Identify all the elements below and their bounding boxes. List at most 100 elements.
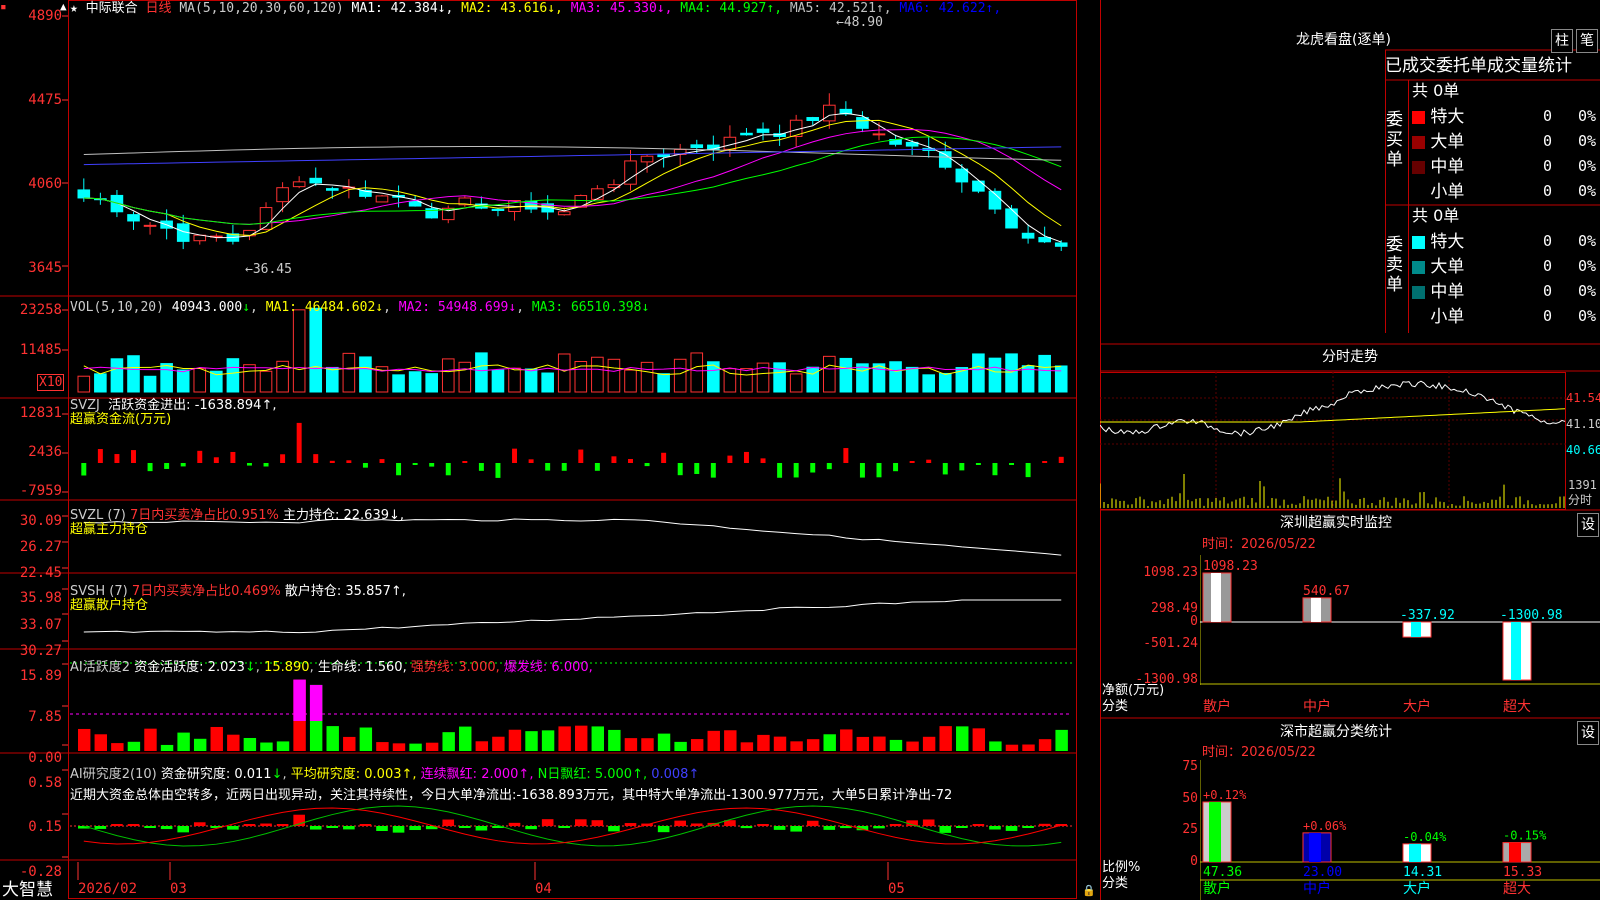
star-icon[interactable]: ★ xyxy=(70,1,78,16)
ma-values: MA1: 42.384↓, MA2: 43.616↓, MA3: 45.330↓… xyxy=(352,1,1002,16)
volume-bar xyxy=(541,372,554,393)
activity-bar xyxy=(558,726,571,751)
research-bar xyxy=(608,826,620,832)
legend-swatch xyxy=(1412,160,1425,174)
sz-monitor-settings-button[interactable]: 设 xyxy=(1577,513,1599,537)
activity-bar xyxy=(376,742,389,751)
volume-bar xyxy=(524,368,538,393)
volume-bar xyxy=(889,361,902,393)
research-bar xyxy=(309,826,322,830)
sz-classify-chart[interactable]: +0.12% 47.36 +0.06% 23.00 -0.04% 14.31 -0.15% 1… xyxy=(1200,760,1600,900)
ai-active-ytick: 15.89 xyxy=(19,668,62,684)
sz-monitor-value-label: -337.92 xyxy=(1400,608,1455,623)
activity-bar xyxy=(111,743,124,751)
fund-flow-bar xyxy=(677,463,683,476)
fund-flow-bar xyxy=(727,455,733,463)
research-bar xyxy=(525,826,537,830)
price-ytick: 4890 xyxy=(28,8,62,24)
research-bar xyxy=(359,824,372,826)
activity-bar xyxy=(806,739,820,751)
longhu-row: 大单 xyxy=(1412,132,1464,152)
bar-mode-button[interactable]: 柱 xyxy=(1551,29,1573,53)
fund-flow-bar xyxy=(296,422,302,463)
legend-swatch xyxy=(1412,235,1425,249)
activity-bar xyxy=(94,734,107,751)
activity-bar xyxy=(525,731,538,751)
activity-bar xyxy=(227,734,240,751)
svzl-subtitle: 超赢主力持仓 xyxy=(70,522,149,537)
volume-bar xyxy=(723,368,737,393)
brand-logo[interactable]: 大智慧 xyxy=(2,880,53,900)
sz-classify-bar-highlight xyxy=(1209,802,1221,862)
tick-mode-button[interactable]: 笔 xyxy=(1576,29,1598,53)
research-bar xyxy=(657,826,670,833)
sz-monitor-bar-highlight xyxy=(1211,573,1221,622)
buy-side-label: 委买单 xyxy=(1386,110,1403,170)
sz-classify-value-label: 15.33 xyxy=(1503,865,1542,880)
main-hold-line xyxy=(83,518,1062,556)
row-pct: 0% xyxy=(1578,282,1597,300)
activity-bar xyxy=(508,729,522,751)
volume-bar xyxy=(160,363,173,393)
activity-bar xyxy=(243,737,257,751)
fund-flow-bar xyxy=(826,463,832,470)
lock-icon[interactable]: 🔒 xyxy=(1082,884,1096,897)
ai-research-ytick: 0.15 xyxy=(28,819,62,835)
price-ytick: 4060 xyxy=(28,176,62,192)
fund-flow-bar xyxy=(578,449,584,463)
research-bar xyxy=(989,826,1001,830)
volume-bar xyxy=(740,368,753,393)
svsh-ytick: 30.27 xyxy=(19,643,62,659)
row-pct: 0% xyxy=(1578,307,1597,325)
volume-bar xyxy=(690,352,704,393)
sz-classify-settings-button[interactable]: 设 xyxy=(1577,721,1599,745)
sz-monitor-bar-highlight xyxy=(1411,621,1421,638)
ma-value: MA6: 42.622↑, xyxy=(891,1,1002,16)
sz-classify-title: 深市超赢分类统计 xyxy=(1280,724,1392,740)
intraday-title: 分时走势 xyxy=(1322,349,1378,365)
research-bar xyxy=(806,820,819,826)
period-label[interactable]: 日线 xyxy=(146,1,172,16)
longhu-row: 大单 xyxy=(1412,257,1464,277)
volume-bar xyxy=(839,357,853,393)
activity-bar xyxy=(177,732,190,751)
research-bar xyxy=(177,826,189,833)
research-bar xyxy=(591,820,604,826)
row-pct: 0% xyxy=(1578,132,1597,150)
volume-bar xyxy=(359,356,372,393)
main-chart-canvas[interactable] xyxy=(0,0,1100,900)
research-bar xyxy=(889,824,902,826)
candle-body xyxy=(955,168,969,183)
activity-bar xyxy=(78,728,91,751)
sz-monitor-category: 散户 xyxy=(1203,699,1231,715)
fund-flow-bar xyxy=(81,463,87,476)
intraday-chart[interactable] xyxy=(1100,372,1566,510)
sz-monitor-chart[interactable]: 1098.23 540.67 -337.92 -1300.98 xyxy=(1200,555,1600,685)
sz-classify-ytick: 25 xyxy=(1182,822,1198,838)
candle-body xyxy=(375,195,389,203)
sz-monitor-bar-highlight xyxy=(1511,621,1521,680)
sz-classify-ytick: 75 xyxy=(1182,759,1198,774)
fund-flow-bar xyxy=(644,463,650,467)
candle-body xyxy=(557,211,571,216)
fund-flow-bar xyxy=(197,450,203,463)
row-name: 大单 xyxy=(1425,132,1465,152)
date-label: 2026/02 xyxy=(78,881,138,897)
research-bar xyxy=(459,826,471,828)
stock-name[interactable]: 中际联合 xyxy=(86,1,138,16)
fund-flow-bar xyxy=(859,463,865,478)
high-price-marker: ←48.90 xyxy=(836,15,883,30)
research-bar xyxy=(111,824,123,826)
volume-bar xyxy=(1005,353,1018,393)
fund-flow-bar xyxy=(545,463,551,471)
volume-bar xyxy=(508,367,521,393)
activity-bar xyxy=(740,742,754,751)
fund-flow-bar xyxy=(147,463,153,472)
svzl-ytick: 22.45 xyxy=(19,565,62,581)
volume-bar xyxy=(94,373,107,393)
row-value: 0 xyxy=(1543,307,1553,325)
row-pct: 0% xyxy=(1578,232,1597,250)
research-bar xyxy=(575,819,587,826)
longhu-row: 中单 xyxy=(1412,157,1464,177)
candle-body xyxy=(143,224,157,227)
